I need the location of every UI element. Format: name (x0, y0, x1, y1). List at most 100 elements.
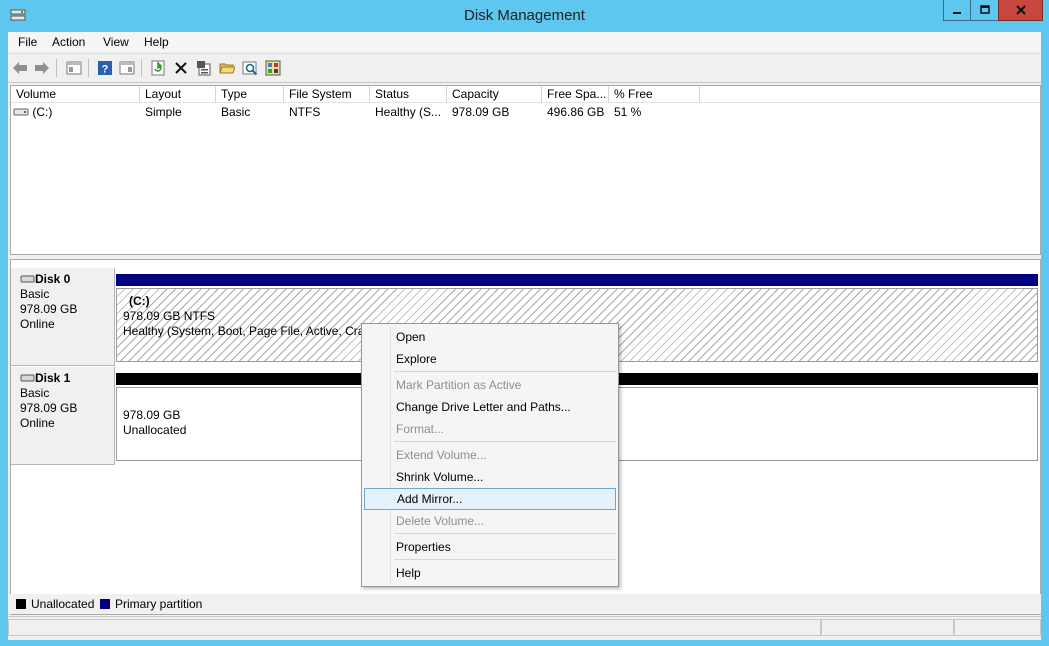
percent-free-cell: 51 % (614, 105, 642, 119)
column-header-capacity[interactable]: Capacity (447, 86, 542, 102)
disk-management-window: Disk Management File Action View Help ? … (0, 0, 1049, 646)
column-header-percent-free[interactable]: % Free (609, 86, 700, 102)
minimize-button[interactable] (943, 0, 971, 21)
menu-item-delete-volume[interactable]: Delete Volume... (364, 510, 616, 532)
forward-button[interactable] (33, 59, 51, 77)
legend-unallocated-label: Unallocated (31, 597, 95, 611)
toolbar-separator (56, 59, 57, 77)
file-system-cell: NTFS (289, 105, 321, 119)
menu-bar: File Action View Help (8, 32, 1041, 52)
svg-text:?: ? (102, 64, 109, 76)
status-panel-2 (821, 619, 954, 636)
menu-view[interactable]: View (103, 35, 129, 49)
disk-type: Basic (20, 287, 50, 301)
disk-type: Basic (20, 386, 50, 400)
maximize-icon (979, 5, 990, 14)
volume-size-fs: 978.09 GB NTFS (123, 309, 216, 323)
context-menu: Open Explore Mark Partition as Active Ch… (361, 323, 619, 587)
column-header-status[interactable]: Status (370, 86, 447, 102)
properties-pane-icon (119, 61, 135, 75)
volume-list-pane[interactable]: Volume Layout Type File System Status Ca… (10, 85, 1041, 255)
action-pane-icon (265, 60, 281, 76)
help-icon: ? (98, 61, 112, 76)
refresh-button[interactable] (149, 59, 167, 77)
menu-item-extend-volume[interactable]: Extend Volume... (364, 444, 616, 466)
column-header-free-space[interactable]: Free Spa... (542, 86, 609, 102)
status-bar (8, 616, 1041, 639)
menu-file[interactable]: File (18, 35, 37, 49)
disk-status: Online (20, 416, 55, 430)
open-folder-icon (219, 63, 235, 74)
menu-separator (394, 559, 616, 560)
window-title: Disk Management (464, 7, 585, 24)
disk-icon (20, 275, 35, 283)
open-folder-button[interactable] (218, 59, 236, 77)
capacity-cell: 978.09 GB (452, 105, 510, 119)
properties-button[interactable] (195, 59, 213, 77)
minimize-icon (953, 12, 961, 14)
close-icon (1015, 5, 1026, 15)
status-cell: Healthy (S... (375, 105, 442, 119)
toolbar-separator (88, 59, 89, 77)
type-cell: Basic (221, 105, 251, 119)
menu-item-format[interactable]: Format... (364, 418, 616, 440)
volume-list-header: Volume Layout Type File System Status Ca… (11, 86, 1040, 103)
menu-item-open[interactable]: Open (364, 326, 616, 348)
disk-name: Disk 1 (35, 371, 71, 385)
disk-status: Online (20, 317, 55, 331)
volume-cell: (C:) (11, 105, 140, 119)
free-space-cell: 496.86 GB (547, 105, 605, 119)
forward-icon (35, 62, 49, 74)
explore-icon (242, 61, 258, 76)
disk-size: 978.09 GB (20, 302, 78, 316)
properties-pane-button[interactable] (118, 59, 136, 77)
menu-separator (394, 371, 616, 372)
refresh-icon (151, 60, 165, 76)
properties-icon (197, 61, 211, 76)
legend-unallocated-swatch (16, 599, 26, 609)
menu-item-shrink-volume[interactable]: Shrink Volume... (364, 466, 616, 488)
menu-item-explore[interactable]: Explore (364, 348, 616, 370)
disk-name: Disk 0 (35, 272, 71, 286)
drive-icon (13, 108, 29, 116)
close-button[interactable] (998, 0, 1043, 21)
legend: Unallocated Primary partition (8, 594, 1041, 614)
menu-item-mark-active[interactable]: Mark Partition as Active (364, 374, 616, 396)
status-panel-main (8, 619, 821, 636)
column-header-volume[interactable]: Volume (11, 86, 140, 102)
column-header-file-system[interactable]: File System (284, 86, 370, 102)
volume-name: (C:) (32, 105, 53, 119)
back-icon (13, 62, 27, 74)
menu-item-properties[interactable]: Properties (364, 536, 616, 558)
menu-separator (394, 533, 616, 534)
disk-label-0[interactable]: Disk 0 Basic 978.09 GB Online (11, 268, 115, 366)
primary-partition-bar (116, 274, 1038, 286)
legend-primary-label: Primary partition (115, 597, 203, 611)
console-tree-button[interactable] (65, 59, 83, 77)
status-panel-3 (954, 619, 1041, 636)
legend-primary-swatch (100, 599, 110, 609)
menu-item-change-drive-letter[interactable]: Change Drive Letter and Paths... (364, 396, 616, 418)
delete-button[interactable] (172, 59, 190, 77)
title-bar[interactable]: Disk Management (0, 0, 1049, 32)
maximize-button[interactable] (970, 0, 999, 21)
column-header-type[interactable]: Type (216, 86, 284, 102)
disk-size: 978.09 GB (20, 401, 78, 415)
action-pane-button[interactable] (264, 59, 282, 77)
back-button[interactable] (11, 59, 29, 77)
menu-help[interactable]: Help (144, 35, 169, 49)
explore-button[interactable] (241, 59, 259, 77)
help-button[interactable]: ? (96, 59, 114, 77)
column-header-layout[interactable]: Layout (140, 86, 216, 102)
menu-separator (394, 441, 616, 442)
toolbar-separator (141, 59, 142, 77)
disk-icon (20, 374, 35, 382)
menu-action[interactable]: Action (52, 35, 85, 49)
console-tree-icon (66, 61, 82, 75)
menu-item-help[interactable]: Help (364, 562, 616, 584)
disk-label-1[interactable]: Disk 1 Basic 978.09 GB Online (11, 367, 115, 465)
volume-label: (C:) (129, 294, 150, 308)
menu-item-add-mirror[interactable]: Add Mirror... (364, 488, 616, 510)
toolbar: ? (8, 53, 1041, 83)
layout-cell: Simple (145, 105, 182, 119)
